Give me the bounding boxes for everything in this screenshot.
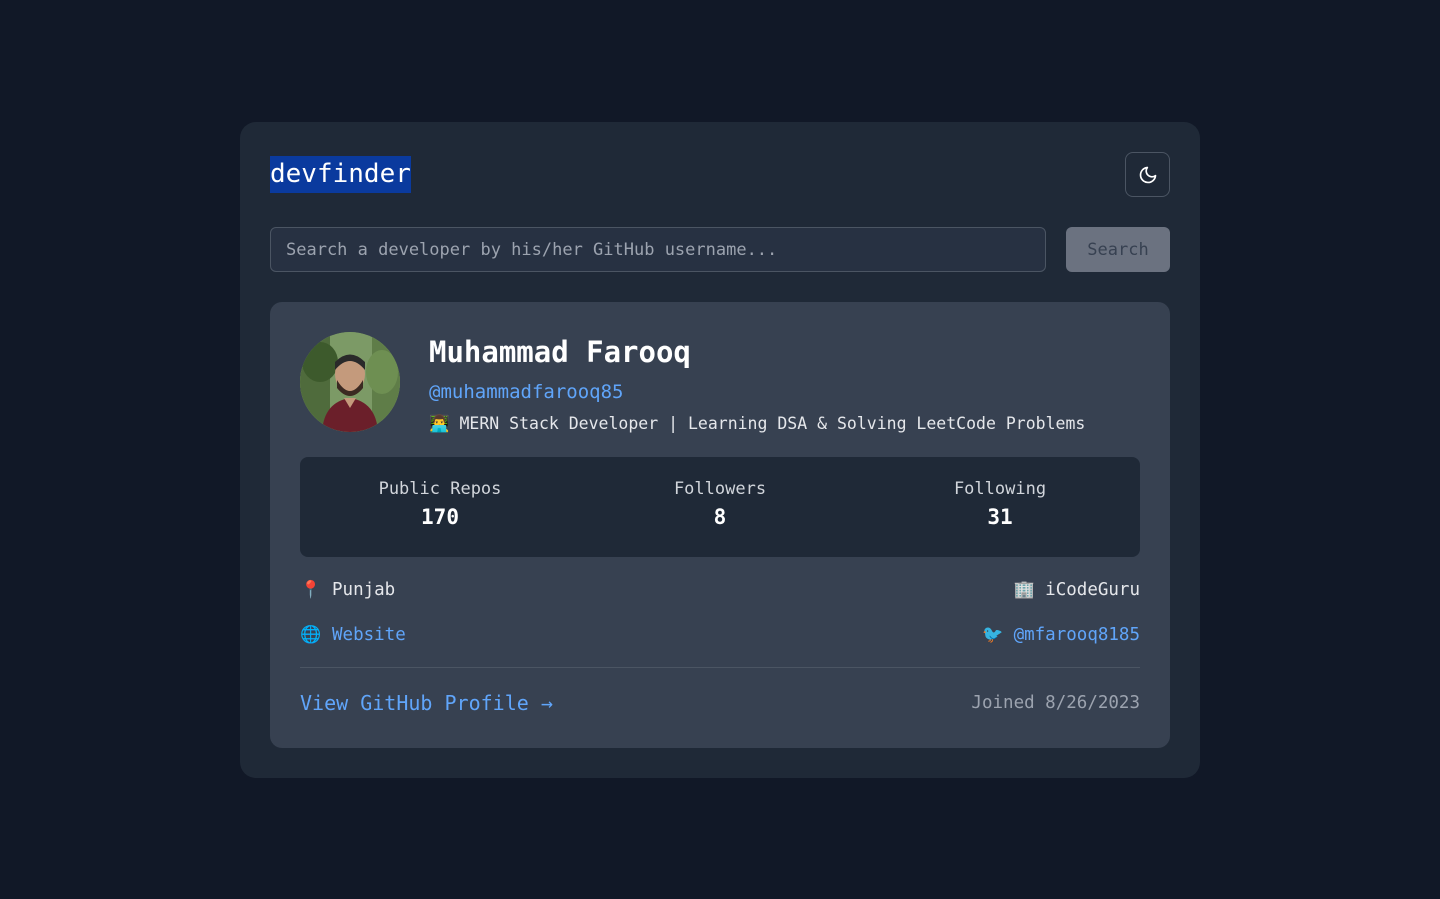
website-link[interactable]: Website — [332, 622, 406, 648]
stat-label: Following — [953, 479, 1047, 499]
stat-value: 170 — [421, 505, 459, 529]
moon-icon — [1139, 166, 1156, 183]
search-input[interactable] — [270, 227, 1046, 272]
profile-username-link[interactable]: @muhammadfarooq85 — [429, 379, 623, 405]
joined-date: Joined 8/26/2023 — [971, 693, 1140, 713]
logo: devfinder — [270, 156, 411, 193]
profile-card: Muhammad Farooq @muhammadfarooq85 👨‍💻 ME… — [270, 302, 1170, 748]
building-icon: 🏢 — [1013, 580, 1035, 600]
website-item: 🌐 Website — [300, 622, 406, 648]
stat-public-repos: Public Repos 170 — [300, 457, 580, 557]
stat-followers: Followers 8 — [580, 457, 860, 557]
avatar-image — [300, 332, 400, 432]
view-github-profile-link[interactable]: View GitHub Profile → — [300, 690, 553, 716]
company-item: 🏢 iCodeGuru — [1013, 577, 1140, 603]
stat-value: 31 — [987, 505, 1013, 529]
bird-icon: 🐦 — [981, 625, 1004, 645]
location-text: Punjab — [332, 580, 396, 600]
twitter-item: 🐦 @mfarooq8185 — [982, 622, 1140, 648]
stat-label: Followers — [673, 479, 767, 499]
profile-bio: 👨‍💻 MERN Stack Developer | Learning DSA … — [429, 414, 1086, 433]
stat-label: Public Repos — [378, 479, 502, 499]
search-button[interactable]: Search — [1066, 227, 1170, 272]
pin-icon: 📍 — [300, 580, 322, 600]
profile-name: Muhammad Farooq — [429, 335, 691, 369]
location-item: 📍 Punjab — [300, 577, 395, 603]
company-text: iCodeGuru — [1045, 580, 1140, 600]
divider — [300, 667, 1140, 668]
stat-following: Following 31 — [860, 457, 1140, 557]
app-card: devfinder Search Muhammad Farooq @muhamm… — [240, 122, 1200, 778]
stat-value: 8 — [713, 505, 727, 529]
globe-icon: 🌐 — [300, 625, 322, 645]
stats-panel: Public Repos 170 Followers 8 Following 3… — [300, 457, 1140, 557]
theme-toggle-button[interactable] — [1125, 152, 1170, 197]
avatar — [300, 332, 400, 432]
twitter-link[interactable]: @mfarooq8185 — [1014, 622, 1140, 648]
